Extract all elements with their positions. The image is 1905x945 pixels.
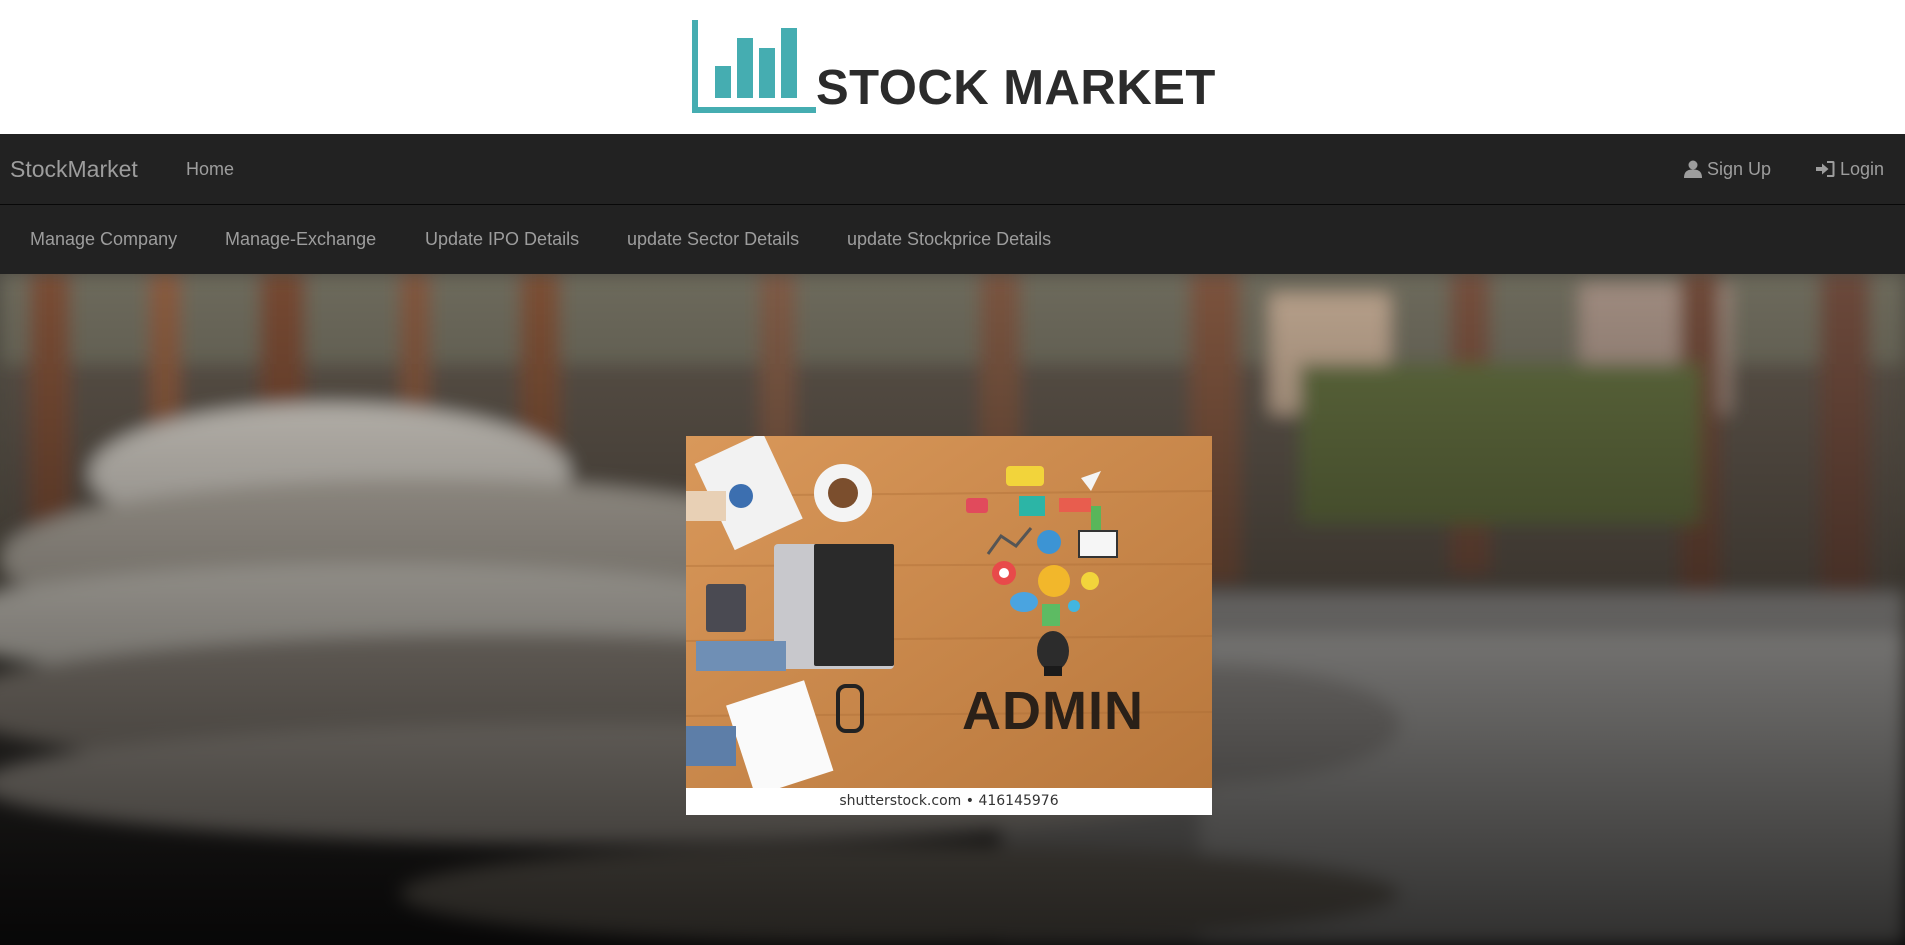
admin-illustration: ADMIN shutterstock.com • 416145976 [686, 436, 1212, 815]
admin-subnav: Manage Company Manage-Exchange Update IP… [0, 205, 1905, 274]
subnav-update-stockprice-details[interactable]: update Stockprice Details [847, 205, 1051, 274]
navbar-brand[interactable]: StockMarket [10, 134, 138, 204]
login-label: Login [1840, 159, 1885, 179]
subnav-update-ipo-details[interactable]: Update IPO Details [425, 205, 579, 274]
logo-title: STOCK MARKET [816, 61, 1216, 115]
nav-home[interactable]: Home [186, 134, 234, 204]
site-header: STOCK MARKET [0, 0, 1905, 134]
nav-home-label: Home [186, 159, 235, 179]
site-logo[interactable]: STOCK MARKET [690, 20, 1216, 115]
sign-up-link[interactable]: Sign Up [1684, 134, 1771, 204]
bar-chart-logo-icon [690, 20, 816, 115]
top-navbar: StockMarket Home Sign Up Login [0, 134, 1905, 205]
login-link[interactable]: Login [1816, 134, 1884, 204]
admin-label: ADMIN [962, 681, 1144, 741]
image-watermark: shutterstock.com • 416145976 [686, 788, 1212, 815]
hero-banner: ADMIN shutterstock.com • 416145976 [0, 274, 1905, 945]
subnav-manage-exchange[interactable]: Manage-Exchange [225, 205, 376, 274]
user-icon [1684, 160, 1702, 178]
subnav-manage-company[interactable]: Manage Company [30, 205, 177, 274]
sign-up-label: Sign Up [1707, 159, 1772, 179]
subnav-update-sector-details[interactable]: update Sector Details [627, 205, 799, 274]
log-in-icon [1816, 160, 1835, 178]
